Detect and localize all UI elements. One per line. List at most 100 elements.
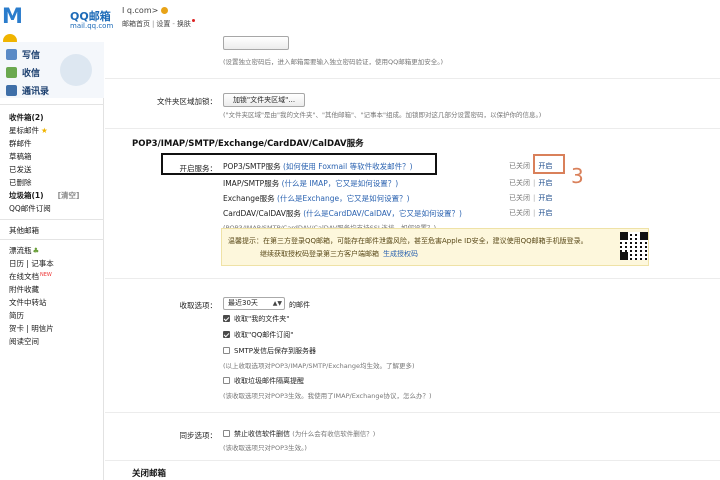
divider <box>105 128 720 129</box>
notice-line-1: 温馨提示：在第三方登录QQ邮箱，可能存在邮件泄露风险，甚至危害Apple ID安… <box>228 237 588 245</box>
imap-name: IMAP/SMTP服务 <box>223 179 280 188</box>
exchange-status: 已关闭 | 开启 <box>509 194 553 202</box>
divider <box>105 78 720 79</box>
option-spam-alert[interactable]: 收取垃圾邮件隔离提醒 <box>223 376 304 386</box>
checkbox-checked[interactable] <box>223 331 230 338</box>
sync-help-link[interactable]: (为什么会有收信软件删信？) <box>292 430 375 438</box>
docs-label: 在线文档 <box>9 272 39 281</box>
contacts-button[interactable]: 通讯录 <box>6 84 49 98</box>
set-password-button[interactable] <box>223 36 289 50</box>
empty-spam-link[interactable]: [清空] <box>58 191 80 200</box>
sidebar-item-group[interactable]: 群邮件 <box>9 138 32 149</box>
sync-label: 同步选项： <box>179 431 218 440</box>
notice-line-2: 继续获取授权码登录第三方客户端邮箱 生成授权码 <box>260 249 418 259</box>
starred-label: 星标邮件 <box>9 126 39 135</box>
sidebar-item-other-mailboxes[interactable]: 其他邮箱 <box>9 225 39 236</box>
sidebar-item-sent[interactable]: 已发送 <box>9 164 32 175</box>
header: Mil QQ邮箱 mail.qq.com I q.com> 邮箱首页|设置-换肤 <box>0 0 720 76</box>
folder-lock-hint: ("文件夹区域"是由"我的文件夹"、"其他邮箱"、"记事本"组成。加锁即对这几部… <box>223 111 542 119</box>
sidebar-item-deleted[interactable]: 已删除 <box>9 177 32 188</box>
carddav-help-link[interactable]: (什么是CardDAV/CalDAV，它又是如何设置？) <box>303 209 462 218</box>
divider <box>105 278 720 279</box>
exchange-help-link[interactable]: (什么是Exchange，它又是如何设置？) <box>277 194 410 203</box>
sidebar-item-calendar[interactable]: 日历 | 记事本 <box>9 258 54 269</box>
checkbox[interactable] <box>223 377 230 384</box>
receive-range-select[interactable]: 最近30天 ▲▼ <box>223 297 285 310</box>
annotation-step-box <box>533 154 565 174</box>
annotation-step-number: 3 <box>571 164 584 188</box>
divider <box>105 412 720 413</box>
skin-link[interactable]: 换肤 <box>177 20 191 28</box>
sidebar-item-file-transfer[interactable]: 文件中转站 <box>9 297 47 308</box>
checkbox[interactable] <box>223 430 230 437</box>
receive-hint-2: (该收取选项只对POP3生效。我使用了IMAP/Exchange协议，怎么办？) <box>223 392 432 400</box>
password-hint: (设置独立密码后，进入邮箱需要输入独立密码验证，使用QQ邮箱更加安全。) <box>223 58 444 66</box>
option-my-folders[interactable]: 收取"我的文件夹" <box>223 314 289 324</box>
option-label: 收取垃圾邮件隔离提醒 <box>234 377 304 385</box>
sidebar-item-cards[interactable]: 贺卡 | 明信片 <box>9 323 54 334</box>
contacts-label: 通讯录 <box>22 87 50 97</box>
sidebar-item-starred[interactable]: 星标邮件 ★ <box>9 125 48 136</box>
close-mailbox-title: 关闭邮箱 <box>132 469 167 479</box>
carddav-enable-link[interactable]: 开启 <box>538 209 552 217</box>
service-exchange: Exchange服务 (什么是Exchange，它又是如何设置？) <box>223 193 410 204</box>
user-account[interactable]: I q.com> <box>122 6 169 15</box>
inbox-label: 收信 <box>22 69 41 79</box>
sidebar-item-drafts[interactable]: 草稿箱 <box>9 151 32 162</box>
receive-hint-1: (以上收取选项对POP3/IMAP/SMTP/Exchange均生效。了解更多) <box>223 362 415 370</box>
option-smtp-save[interactable]: SMTP发信后保存到服务器 <box>223 346 316 356</box>
checkbox-checked[interactable] <box>223 315 230 322</box>
sync-hint: (该收取选项只对POP3生效。) <box>223 444 307 452</box>
sidebar-item-subscriptions[interactable]: QQ邮件订阅 <box>9 203 51 214</box>
bottle-icon: ♣ <box>32 246 40 255</box>
exchange-name: Exchange服务 <box>223 194 275 203</box>
imap-help-link[interactable]: (什么是 IMAP，它又是如何设置？) <box>282 179 399 188</box>
notice-text: 继续获取授权码登录第三方客户端邮箱 <box>260 250 379 258</box>
inbox-icon <box>6 67 17 78</box>
sidebar: 写信 收信 通讯录 收件箱(2) 星标邮件 ★ 群邮件 草稿箱 已发送 已删除 垃… <box>0 42 104 480</box>
folder-lock-button[interactable]: 加锁"文件夹区域"... <box>223 93 305 107</box>
carddav-state: 已关闭 <box>509 209 530 217</box>
option-subscriptions[interactable]: 收取"QQ邮件订阅" <box>223 330 293 340</box>
sidebar-item-attachments[interactable]: 附件收藏 <box>9 284 39 295</box>
sidebar-actions: 写信 收信 通讯录 <box>0 42 104 98</box>
option-label: 收取"QQ邮件订阅" <box>234 331 294 339</box>
sidebar-item-docs[interactable]: 在线文档NEW <box>9 271 52 282</box>
carddav-name: CardDAV/CalDAV服务 <box>223 209 301 218</box>
service-carddav: CardDAV/CalDAV服务 (什么是CardDAV/CalDAV，它又是如… <box>223 208 462 219</box>
receive-range-value: 最近30天 <box>228 299 258 307</box>
folder-lock-label: 文件夹区域加锁： <box>157 97 217 106</box>
divider <box>105 460 720 461</box>
exchange-enable-link[interactable]: 开启 <box>538 194 552 202</box>
compose-label: 写信 <box>22 51 41 61</box>
security-notice: 温馨提示：在第三方登录QQ邮箱，可能存在邮件泄露风险，甚至危害Apple ID安… <box>221 228 649 266</box>
sidebar-item-drift-bottle[interactable]: 漂流瓶♣ <box>9 245 39 256</box>
pencil-icon <box>6 49 17 60</box>
qr-code-icon <box>620 232 648 260</box>
option-label: 禁止收信软件删信 <box>234 430 290 438</box>
receive-label: 收取选项： <box>179 301 218 310</box>
sidebar-item-spam[interactable]: 垃圾箱(1) [清空] <box>9 190 79 201</box>
mascot-icon <box>60 54 92 86</box>
section-title: POP3/IMAP/SMTP/Exchange/CardDAV/CalDAV服务 <box>132 139 364 149</box>
receive-suffix: 的邮件 <box>289 301 310 309</box>
sidebar-item-reading[interactable]: 阅读空间 <box>9 336 39 347</box>
generate-code-link[interactable]: 生成授权码 <box>383 250 418 258</box>
warning-icon[interactable] <box>161 7 169 14</box>
user-email: I q.com> <box>122 6 159 15</box>
exchange-state: 已关闭 <box>509 194 530 202</box>
imap-state: 已关闭 <box>509 179 530 187</box>
checkbox[interactable] <box>223 347 230 354</box>
logo-domain: mail.qq.com <box>70 22 114 30</box>
option-label: 收取"我的文件夹" <box>234 315 290 323</box>
imap-enable-link[interactable]: 开启 <box>538 179 552 187</box>
option-no-delete[interactable]: 禁止收信软件删信 (为什么会有收信软件删信？) <box>223 428 375 439</box>
divider <box>0 219 104 220</box>
home-link[interactable]: 邮箱首页 <box>122 20 150 28</box>
sidebar-item-inbox[interactable]: 收件箱(2) <box>9 112 44 123</box>
sidebar-item-resume[interactable]: 简历 <box>9 310 24 321</box>
compose-button[interactable]: 写信 <box>6 48 40 62</box>
settings-content: (设置独立密码后，进入邮箱需要输入独立密码验证，使用QQ邮箱更加安全。) 文件夹… <box>105 36 720 480</box>
settings-link[interactable]: 设置 <box>156 20 170 28</box>
inbox-button[interactable]: 收信 <box>6 66 40 80</box>
